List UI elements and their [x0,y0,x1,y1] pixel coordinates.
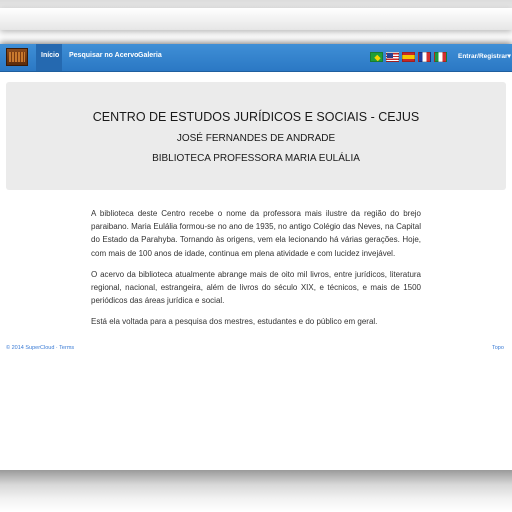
paragraph-collection: O acervo da biblioteca atualmente abrang… [91,269,421,306]
language-flags [370,52,447,62]
nav-link-inicio[interactable]: Início [41,52,59,59]
brazil-flag-icon[interactable] [370,52,383,62]
page-subtitle: JOSÉ FERNANDES DE ANDRADE [176,133,336,144]
italy-flag-icon[interactable] [434,52,447,62]
footer-top-link[interactable]: Topo [492,345,504,351]
hero-banner: CENTRO DE ESTUDOS JURÍDICOS E SOCIAIS - … [6,82,506,190]
login-register-dropdown[interactable]: Entrar/Registrar▾ [458,52,511,60]
page-title: CENTRO DE ESTUDOS JURÍDICOS E SOCIAIS - … [92,110,420,124]
window-frame-bottom [0,470,512,512]
library-logo-icon[interactable] [6,48,28,66]
navbar: Início Pesquisar no Acervo Galeria Entra… [0,44,512,72]
usa-flag-icon[interactable] [386,52,399,62]
page-subtitle-library: BIBLIOTECA PROFESSORA MARIA EULÁLIA [152,153,360,164]
spain-flag-icon[interactable] [402,52,415,62]
footer-copyright[interactable]: © 2014 SuperCloud · Terms [6,345,74,351]
nav-link-galeria[interactable]: Galeria [138,52,162,59]
paragraph-library-name: A biblioteca deste Centro recebe o nome … [91,209,421,258]
window-frame-top [0,0,512,44]
main-content: A biblioteca deste Centro recebe o nome … [91,207,421,337]
browser-window: Início Pesquisar no Acervo Galeria Entra… [0,44,512,472]
nav-link-pesquisar[interactable]: Pesquisar no Acervo [69,52,138,59]
france-flag-icon[interactable] [418,52,431,62]
paragraph-audience: Está ela voltada para a pesquisa dos mes… [91,317,378,327]
